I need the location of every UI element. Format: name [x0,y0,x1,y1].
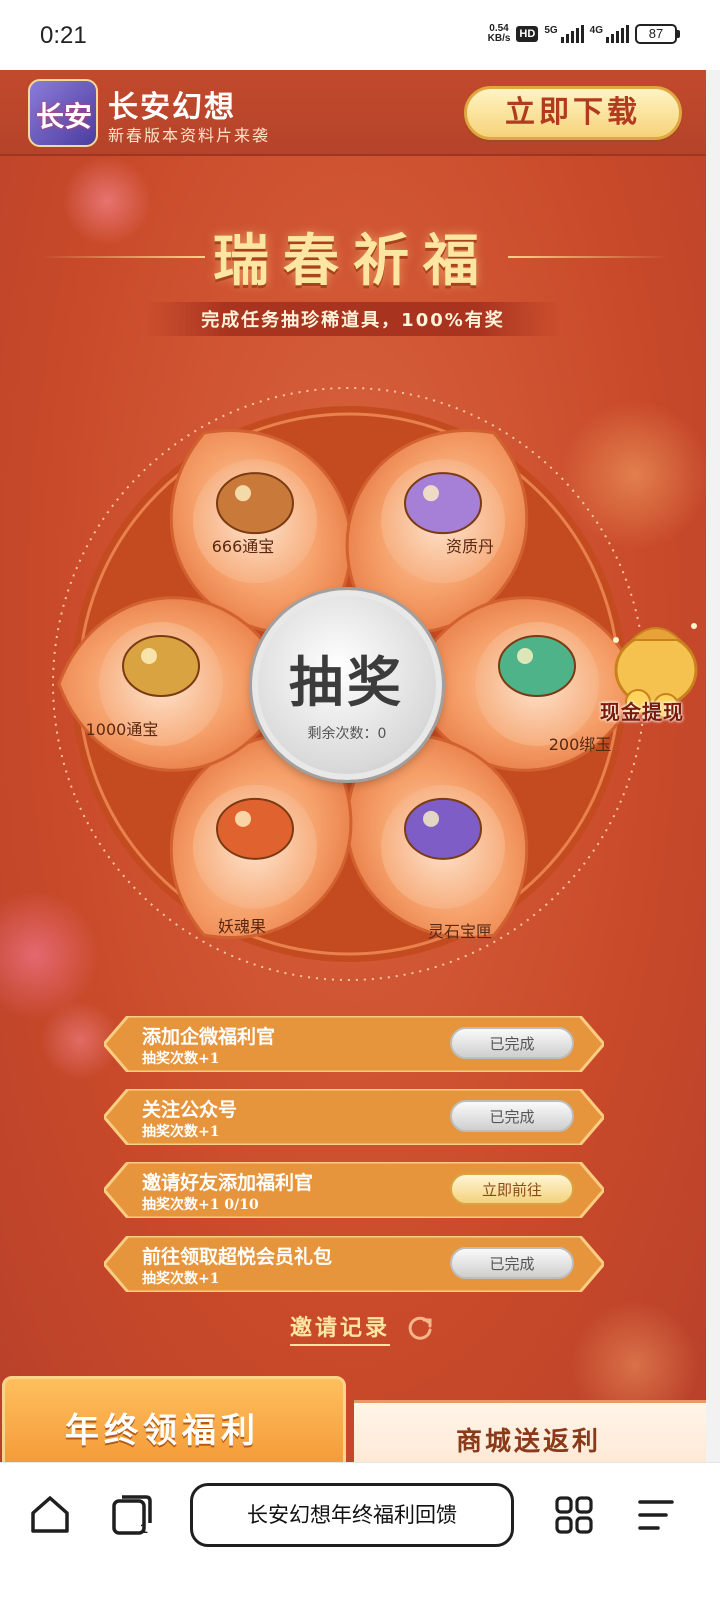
jade-icon [498,635,576,697]
prize-label: 666通宝 [211,537,275,556]
tab-year-end-welfare[interactable]: 年终领福利 [2,1376,346,1462]
menu-icon[interactable] [636,1497,676,1533]
app-logo-text: 长安 [35,100,92,133]
tab-mall-rebate[interactable]: 商城送返利 [354,1400,706,1462]
treasure-chest-icon [216,472,294,535]
gem-chest-icon [404,797,482,860]
network-speed-unit: KB/s [487,33,511,44]
draw-remaining-count: 剩余次数：0 [307,726,387,742]
prize-label: 灵石宝匣 [427,922,492,941]
task-status-button[interactable]: 已完成 [450,1027,574,1059]
spirit-fruit-icon [216,797,294,860]
signal-5g-icon: 5G [544,25,584,43]
svg-text:1: 1 [140,1520,148,1536]
gold-pot-icon [122,635,200,697]
invite-record-link[interactable]: 邀请记录 [290,1310,391,1346]
task-reward: 抽奖次数+1 0/10 [142,1197,259,1213]
pouch-icon [404,472,482,535]
event-subtitle: 完成任务抽珍稀道具，100%有奖 [201,310,505,331]
task-reward: 抽奖次数+1 [142,1271,220,1287]
task-title: 邀请好友添加福利官 [142,1172,314,1194]
prize-label: 200绑玉 [548,735,612,754]
task-title: 添加企微福利官 [142,1026,276,1048]
network-speed: 0.54 KB/s [488,24,511,44]
task-status-button[interactable]: 已完成 [450,1247,574,1279]
hd-voice-icon: HD [516,26,539,42]
task-status-button[interactable]: 已完成 [450,1100,574,1132]
task-reward: 抽奖次数+1 [142,1051,220,1067]
refresh-icon[interactable] [406,1314,434,1342]
signal-4g-icon: 4G [590,25,629,43]
browser-toolbar: 1 长安幻想年终福利回馈 [0,1462,720,1602]
app-name: 长安幻想 [108,90,236,125]
prize-label: 1000通宝 [85,720,159,739]
tab-mall-rebate-label: 商城送返利 [456,1427,602,1457]
cash-withdraw-label[interactable]: 现金提现 [600,696,684,725]
tabs-icon[interactable]: 1 [110,1493,154,1537]
task-item: 邀请好友添加福利官 抽奖次数+1 0/10 立即前往 [104,1162,604,1218]
draw-label: 抽奖 [289,650,405,714]
prize-label: 资质丹 [445,537,494,556]
task-item: 关注公众号 抽奖次数+1 已完成 [104,1089,604,1145]
tab-year-end-welfare-label: 年终领福利 [65,1411,260,1451]
app-subtitle: 新春版本资料片来袭 [108,126,271,145]
prize-label: 妖魂果 [217,917,266,936]
task-item: 添加企微福利官 抽奖次数+1 已完成 [104,1016,604,1072]
signal-4g-label: 4G [589,25,603,36]
event-title: 瑞春祈福 [213,228,493,294]
app-download-banner: 长安 长安幻想 新春版本资料片来袭 立即下载 [0,70,706,156]
task-item: 前往领取超悦会员礼包 抽奖次数+1 已完成 [104,1236,604,1292]
event-page[interactable]: 长安 长安幻想 新春版本资料片来袭 立即下载 瑞春祈福 完成任务抽珍稀道具，10… [0,70,706,1462]
battery-level: 87 [635,24,677,44]
task-go-button[interactable]: 立即前往 [450,1173,574,1205]
battery-icon: 87 [635,24,680,44]
task-title: 关注公众号 [142,1099,238,1121]
status-icons: 0.54 KB/s HD 5G 4G 87 [488,24,680,44]
signal-5g-label: 5G [544,25,558,36]
task-title: 前往领取超悦会员礼包 [142,1246,333,1268]
status-bar: 0:21 0.54 KB/s HD 5G 4G 87 [0,0,720,70]
download-button[interactable]: 立即下载 [464,86,682,140]
app-logo: 长安 [28,79,98,147]
task-reward: 抽奖次数+1 [142,1124,220,1140]
page-scroll-gutter [706,70,720,1462]
home-icon[interactable] [28,1493,72,1537]
draw-button[interactable]: 抽奖 剩余次数：0 [252,590,442,780]
page-title-bar[interactable]: 长安幻想年终福利回馈 [190,1483,514,1547]
status-time: 0:21 [40,22,87,49]
apps-grid-icon[interactable] [554,1495,594,1535]
